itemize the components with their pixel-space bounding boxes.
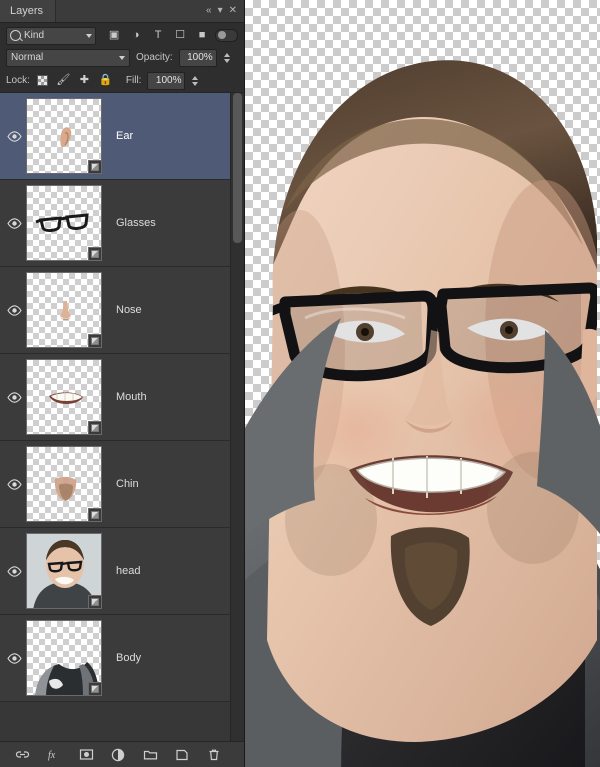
layer-mask-icon[interactable] bbox=[78, 747, 94, 763]
close-icon[interactable]: ✕ bbox=[229, 6, 237, 16]
filter-kind-select[interactable]: Kind bbox=[6, 26, 96, 45]
adjustment-layer-icon[interactable] bbox=[110, 747, 126, 763]
tab-layers-label: Layers bbox=[10, 5, 44, 17]
fill-input[interactable]: 100% bbox=[147, 71, 186, 90]
layer-visibility-toggle[interactable] bbox=[4, 478, 24, 490]
layer-filter-row: Kind ▣ ◑ T ☐ ■ bbox=[0, 23, 244, 46]
lock-transparent-pixels-icon[interactable] bbox=[36, 74, 49, 87]
new-layer-icon[interactable] bbox=[174, 747, 190, 763]
panel-tab-icons: « ▾ ✕ bbox=[206, 0, 244, 22]
delete-layer-icon[interactable] bbox=[206, 747, 222, 763]
layer-visibility-toggle[interactable] bbox=[4, 565, 24, 577]
layer-name-label: Chin bbox=[116, 478, 139, 490]
fill-label: Fill: bbox=[125, 75, 142, 86]
layer-row-chin[interactable]: Chin bbox=[0, 441, 231, 528]
lock-position-icon[interactable]: ✚ bbox=[78, 74, 91, 87]
layer-visibility-toggle[interactable] bbox=[4, 391, 24, 403]
filter-toggle[interactable] bbox=[214, 29, 238, 42]
layer-visibility-toggle[interactable] bbox=[4, 304, 24, 316]
chevron-down-icon bbox=[119, 55, 125, 60]
layer-list-container: Ear Glasses Nose Mouth Chin head Body bbox=[0, 92, 244, 741]
layers-panel-bottom-bar: fx bbox=[0, 741, 244, 767]
opacity-label: Opacity: bbox=[136, 52, 173, 63]
layer-list: Ear Glasses Nose Mouth Chin head Body bbox=[0, 93, 231, 741]
filter-kind-label: Kind bbox=[24, 30, 45, 41]
portrait-photo bbox=[245, 60, 600, 767]
opacity-value: 100% bbox=[187, 52, 213, 63]
lock-row: Lock: 🖌 ✚ 🔒 Fill: 100% bbox=[0, 69, 244, 92]
collapse-icon[interactable]: « bbox=[206, 6, 212, 16]
layer-mask-badge-icon[interactable] bbox=[88, 508, 101, 521]
panel-tab-bar: Layers « ▾ ✕ bbox=[0, 0, 244, 23]
menu-icon[interactable]: ▾ bbox=[218, 6, 223, 16]
smart-object-filter-icon[interactable]: ■ bbox=[195, 28, 210, 43]
tab-layers[interactable]: Layers bbox=[0, 0, 57, 22]
adjustment-filter-icon[interactable]: ◑ bbox=[129, 28, 144, 43]
layer-name-label: Glasses bbox=[116, 217, 156, 229]
layer-name-label: Ear bbox=[116, 130, 134, 142]
layer-name-label: head bbox=[116, 565, 141, 577]
layer-row-head[interactable]: head bbox=[0, 528, 231, 615]
stepper-up-icon bbox=[223, 52, 230, 57]
layer-name-label: Body bbox=[116, 652, 142, 664]
layers-panel: Layers « ▾ ✕ Kind ▣ ◑ T ☐ ■ Normal Opaci… bbox=[0, 0, 245, 767]
layer-row-glasses[interactable]: Glasses bbox=[0, 180, 231, 267]
layer-name-label: Mouth bbox=[116, 391, 147, 403]
layer-mask-badge-icon[interactable] bbox=[88, 160, 101, 173]
layer-mask-badge-icon[interactable] bbox=[88, 247, 101, 260]
document-canvas[interactable] bbox=[245, 0, 600, 767]
blend-mode-select[interactable]: Normal bbox=[6, 48, 130, 67]
layer-row-ear[interactable]: Ear bbox=[0, 93, 231, 180]
stepper-down-icon bbox=[192, 81, 199, 86]
chevron-down-icon bbox=[85, 33, 92, 38]
svg-text:fx: fx bbox=[48, 750, 56, 761]
layer-list-scrollbar[interactable] bbox=[230, 93, 244, 741]
blend-mode-row: Normal Opacity: 100% bbox=[0, 46, 244, 69]
lock-image-pixels-icon[interactable]: 🖌 bbox=[56, 74, 70, 87]
layer-mask-badge-icon[interactable] bbox=[88, 334, 101, 347]
layer-thumbnail[interactable] bbox=[26, 272, 102, 348]
layer-thumbnail[interactable] bbox=[26, 98, 102, 174]
layer-row-mouth[interactable]: Mouth bbox=[0, 354, 231, 441]
link-layers-icon[interactable] bbox=[14, 747, 30, 763]
layer-visibility-toggle[interactable] bbox=[4, 130, 24, 142]
layer-style-fx-icon[interactable]: fx bbox=[46, 747, 62, 763]
type-filter-icon[interactable]: T bbox=[151, 28, 166, 43]
opacity-input[interactable]: 100% bbox=[178, 48, 217, 67]
layer-row-body[interactable]: Body bbox=[0, 615, 231, 702]
lock-label: Lock: bbox=[6, 75, 30, 86]
tab-bar-spacer bbox=[56, 0, 206, 22]
new-group-icon[interactable] bbox=[142, 747, 158, 763]
layer-mask-badge-icon[interactable] bbox=[88, 595, 101, 608]
pixel-filter-icon[interactable]: ▣ bbox=[107, 28, 122, 43]
search-icon bbox=[10, 30, 21, 41]
layer-mask-badge-icon[interactable] bbox=[88, 682, 101, 695]
opacity-stepper[interactable] bbox=[223, 52, 230, 63]
lock-icons: 🖌 ✚ 🔒 bbox=[36, 74, 112, 87]
layer-visibility-toggle[interactable] bbox=[4, 652, 24, 664]
stepper-up-icon bbox=[192, 75, 199, 80]
fill-value: 100% bbox=[155, 75, 182, 86]
scrollbar-thumb[interactable] bbox=[233, 93, 242, 243]
layer-thumbnail[interactable] bbox=[26, 446, 102, 522]
layer-thumbnail[interactable] bbox=[26, 185, 102, 261]
layer-thumbnail[interactable] bbox=[26, 533, 102, 609]
layer-mask-badge-icon[interactable] bbox=[88, 421, 101, 434]
layer-row-nose[interactable]: Nose bbox=[0, 267, 231, 354]
layer-thumbnail[interactable] bbox=[26, 359, 102, 435]
photoshop-window: Layers « ▾ ✕ Kind ▣ ◑ T ☐ ■ Normal Opaci… bbox=[0, 0, 600, 767]
lock-all-icon[interactable]: 🔒 bbox=[99, 74, 113, 87]
blend-mode-value: Normal bbox=[11, 52, 44, 63]
shape-filter-icon[interactable]: ☐ bbox=[173, 28, 188, 43]
fill-stepper[interactable] bbox=[192, 75, 199, 86]
layer-visibility-toggle[interactable] bbox=[4, 217, 24, 229]
layer-name-label: Nose bbox=[116, 304, 142, 316]
layer-thumbnail[interactable] bbox=[26, 620, 102, 696]
stepper-down-icon bbox=[223, 58, 230, 63]
filter-type-icons: ▣ ◑ T ☐ ■ bbox=[107, 28, 210, 43]
